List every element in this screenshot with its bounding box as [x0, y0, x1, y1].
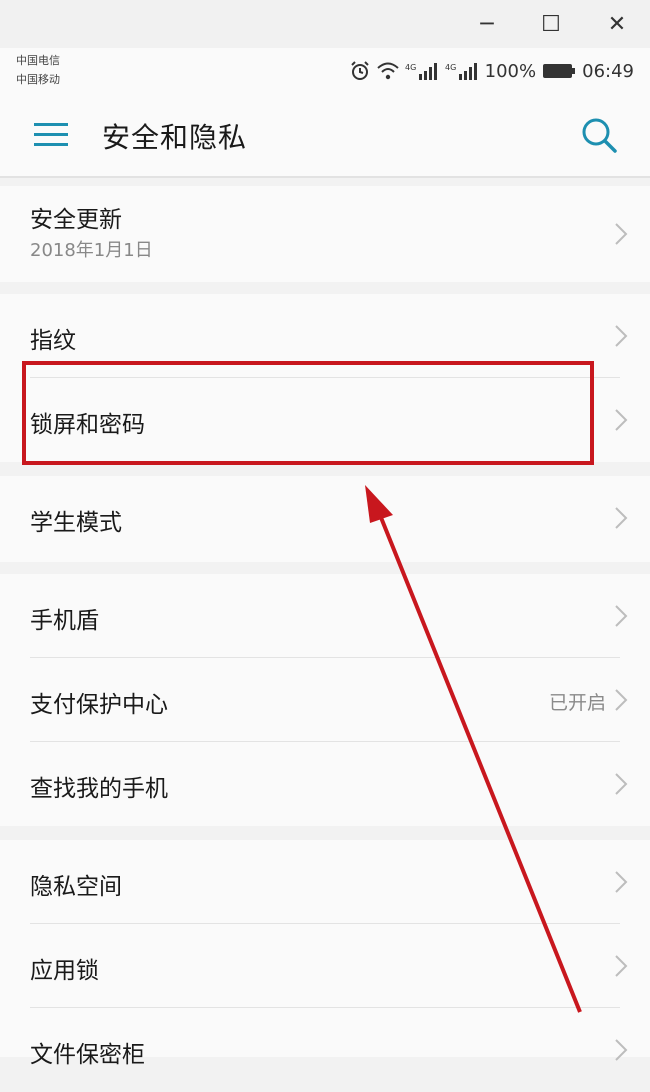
svg-text:4G: 4G: [445, 63, 456, 72]
svg-text:4G: 4G: [405, 63, 416, 72]
list-item-label: 手机盾: [30, 608, 99, 634]
chevron-right-icon: [615, 507, 628, 529]
search-icon[interactable]: [580, 116, 618, 154]
list-item-label: 安全更新: [30, 207, 122, 233]
signal-icon-sim1: 4G: [405, 63, 437, 80]
signal-icon-sim2: 4G: [445, 63, 477, 80]
list-item-private-space[interactable]: 隐私空间: [0, 840, 650, 924]
carrier-label-2: 中国移动: [16, 73, 60, 86]
chevron-right-icon: [615, 605, 628, 627]
minimize-button[interactable]: ─: [472, 10, 502, 38]
page-title: 安全和隐私: [102, 121, 248, 154]
list-item-label: 应用锁: [30, 958, 99, 984]
chevron-right-icon: [615, 955, 628, 977]
list-item-label: 文件保密柜: [30, 1042, 145, 1068]
app-header: 安全和隐私: [0, 94, 650, 178]
annotation-highlight-box: [22, 361, 594, 465]
list-item-label: 支付保护中心: [30, 692, 168, 718]
battery-percent: 100%: [484, 60, 537, 82]
chevron-right-icon: [615, 773, 628, 795]
list-item-label: 查找我的手机: [30, 776, 168, 802]
chevron-right-icon: [615, 1039, 628, 1061]
list-item-label: 学生模式: [30, 510, 122, 536]
status-value: 已开启: [548, 692, 606, 714]
chevron-right-icon: [615, 871, 628, 893]
maximize-button[interactable]: ☐: [536, 10, 566, 38]
chevron-right-icon: [615, 223, 628, 245]
list-item-payment-protection[interactable]: 支付保护中心 已开启: [0, 658, 650, 742]
list-item-label: 隐私空间: [30, 874, 122, 900]
window-titlebar: ─ ☐ ✕: [0, 0, 650, 48]
list-item-file-safe[interactable]: 文件保密柜: [0, 1008, 650, 1092]
list-item-security-update[interactable]: 安全更新 2018年1月1日: [0, 186, 650, 282]
settings-group-student: 学生模式: [0, 476, 650, 562]
alarm-icon: [350, 61, 369, 80]
chevron-right-icon: [615, 325, 628, 347]
chevron-right-icon: [615, 689, 628, 711]
list-item-find-my-phone[interactable]: 查找我的手机: [0, 742, 650, 826]
settings-group-privacy: 隐私空间 应用锁 文件保密柜: [0, 840, 650, 1068]
carrier-label-1: 中国电信: [16, 54, 60, 67]
close-button[interactable]: ✕: [602, 10, 632, 38]
list-item-app-lock[interactable]: 应用锁: [0, 924, 650, 1008]
settings-group-updates: 安全更新 2018年1月1日: [0, 186, 650, 282]
list-item-student-mode[interactable]: 学生模式: [0, 476, 650, 560]
clock-time: 06:49: [582, 60, 634, 82]
wifi-icon: [376, 62, 399, 80]
battery-icon: [543, 64, 576, 78]
menu-icon[interactable]: [34, 120, 68, 150]
settings-group-phone-security: 手机盾 支付保护中心 已开启 查找我的手机: [0, 574, 650, 826]
list-item-label: 指纹: [30, 328, 76, 354]
chevron-right-icon: [615, 409, 628, 431]
list-item-subtitle: 2018年1月1日: [30, 240, 153, 261]
list-item-phone-shield[interactable]: 手机盾: [0, 574, 650, 658]
status-bar: 中国电信 中国移动 4G 4G 100% 06:49: [0, 48, 650, 94]
